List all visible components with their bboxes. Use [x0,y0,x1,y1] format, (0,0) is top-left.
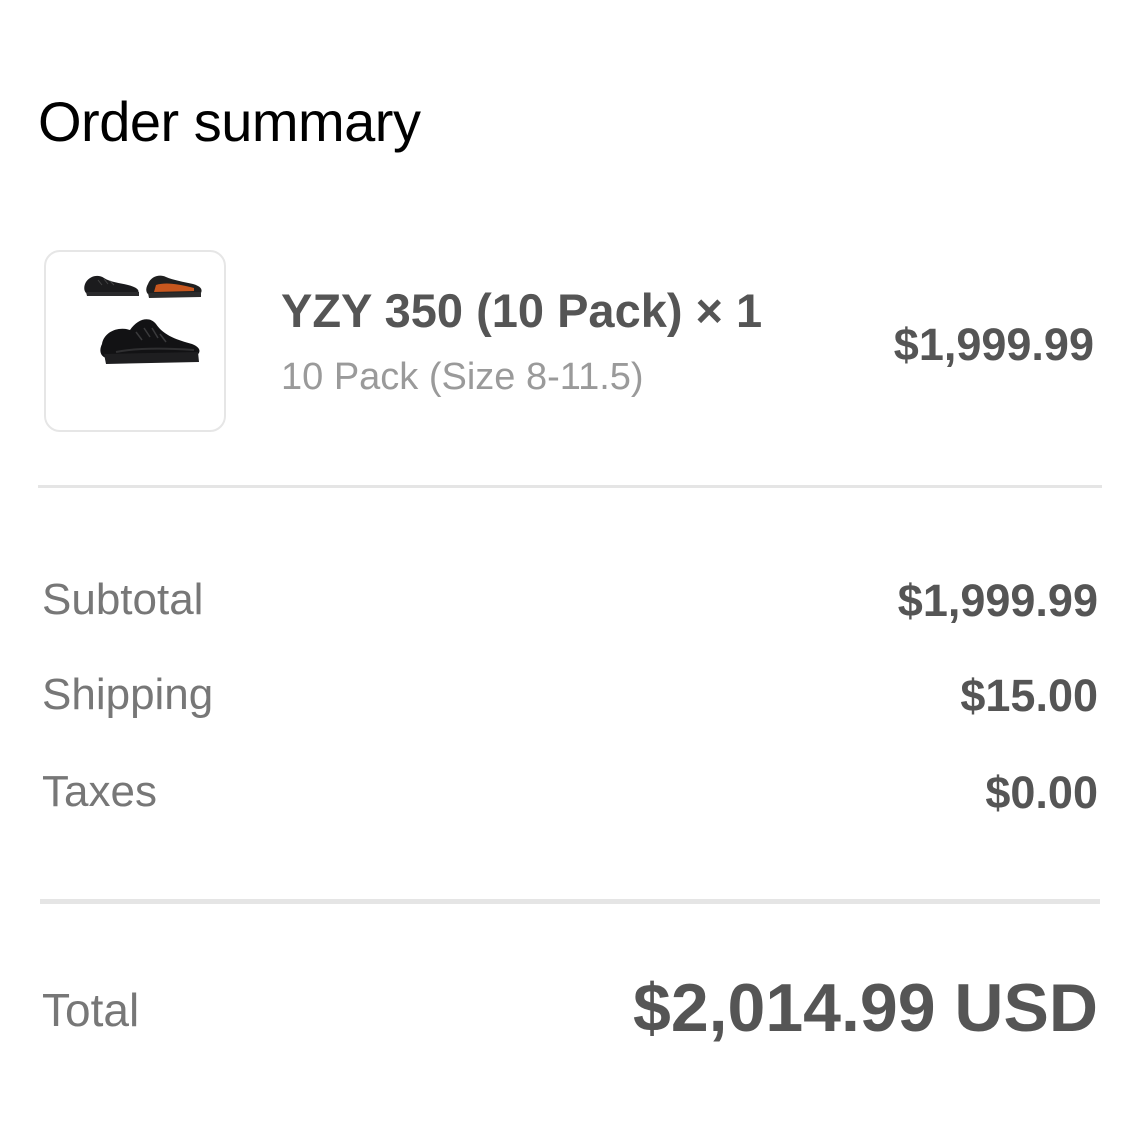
taxes-value: $0.00 [985,767,1098,818]
total-value: $2,014.99 USD [633,970,1098,1046]
subtotal-label: Subtotal [42,575,204,624]
taxes-label: Taxes [42,767,157,816]
shipping-value: $15.00 [960,670,1098,721]
line-item-variant: 10 Pack (Size 8-11.5) [281,356,644,398]
line-item-name: YZY 350 (10 Pack) × 1 [281,284,763,337]
line-item-price: $1,999.99 [893,319,1094,370]
sneaker-icon [84,275,202,364]
divider [40,899,1100,904]
shipping-label: Shipping [42,670,214,719]
total-label: Total [42,984,140,1036]
product-thumbnail[interactable] [44,250,226,432]
divider [38,485,1102,488]
subtotal-value: $1,999.99 [897,575,1098,626]
page-title: Order summary [38,90,421,153]
